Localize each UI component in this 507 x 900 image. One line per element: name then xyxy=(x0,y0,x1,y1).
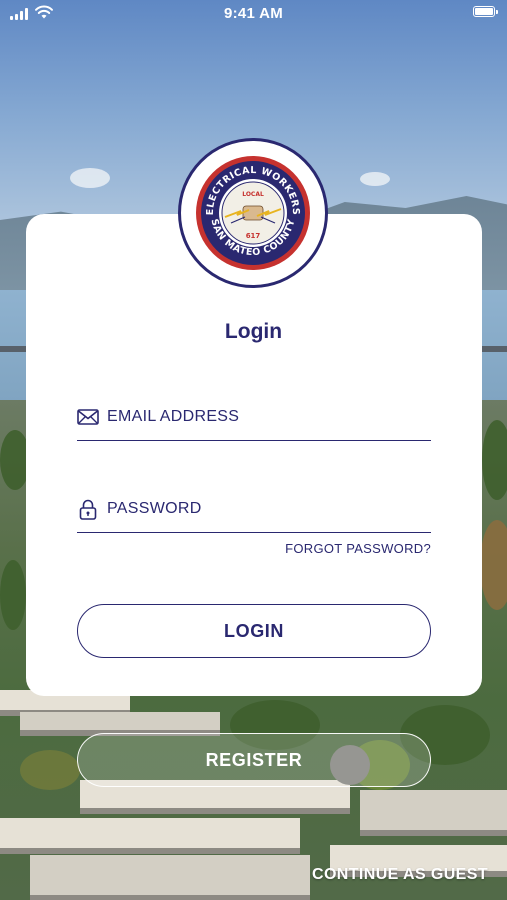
forgot-password-link[interactable]: FORGOT PASSWORD? xyxy=(285,541,431,556)
building xyxy=(0,818,300,854)
bridge xyxy=(480,346,507,352)
tree xyxy=(0,560,26,630)
status-time: 9:41 AM xyxy=(223,5,284,22)
logo-local-bottom: 617 xyxy=(246,232,261,240)
login-button[interactable]: LOGIN xyxy=(77,604,431,658)
cloud xyxy=(360,172,390,186)
union-seal-icon: ELECTRICAL WORKERS SAN MATEO COUNTY LOCA… xyxy=(196,156,310,270)
building xyxy=(30,855,310,900)
tree xyxy=(20,750,80,790)
battery-icon xyxy=(473,6,498,17)
email-field[interactable] xyxy=(77,398,431,441)
status-bar: 9:41 AM xyxy=(0,0,507,30)
cloud xyxy=(70,168,110,188)
lock-icon xyxy=(79,499,97,520)
tree xyxy=(482,420,507,500)
password-field[interactable] xyxy=(77,490,431,533)
building xyxy=(360,790,507,836)
email-input[interactable] xyxy=(107,402,427,432)
register-button[interactable]: REGISTER xyxy=(77,733,431,787)
tree xyxy=(480,520,507,610)
continue-as-guest-link[interactable]: CONTINUE AS GUEST xyxy=(312,866,488,884)
login-title: Login xyxy=(224,320,283,343)
logo-local-top: LOCAL xyxy=(242,191,264,198)
password-input[interactable] xyxy=(107,494,427,524)
union-logo: ELECTRICAL WORKERS SAN MATEO COUNTY LOCA… xyxy=(178,138,328,288)
envelope-icon xyxy=(77,409,99,425)
